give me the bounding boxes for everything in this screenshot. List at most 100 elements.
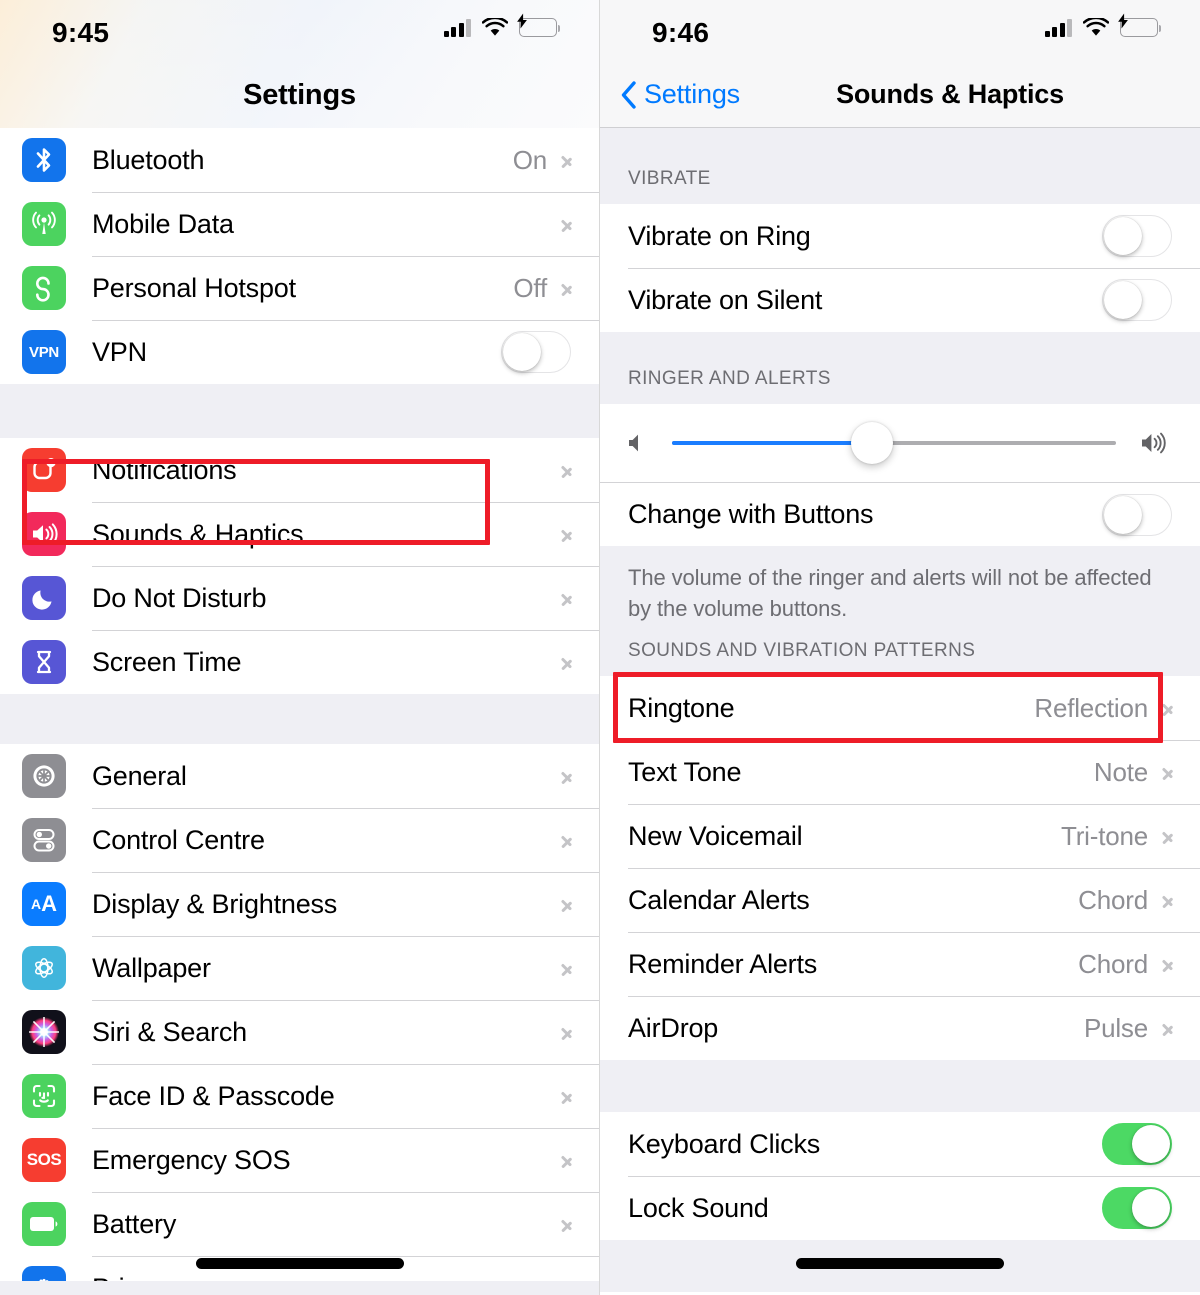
- section-header-vibrate: VIBRATE: [600, 128, 1200, 204]
- sidebar-item-face-id-passcode[interactable]: Face ID & Passcode: [0, 1064, 599, 1128]
- chevron-right-icon: [561, 1150, 573, 1171]
- home-indicator[interactable]: [796, 1258, 1004, 1269]
- row-reminder-alerts[interactable]: Reminder Alerts Chord: [600, 932, 1200, 996]
- screen-time-icon: [22, 640, 66, 684]
- sidebar-item-emergency-sos[interactable]: SOS Emergency SOS: [0, 1128, 599, 1192]
- chevron-right-icon: [561, 278, 573, 299]
- group-separator: [600, 1060, 1200, 1112]
- row-label: Change with Buttons: [628, 499, 874, 529]
- row-vibrate-on-ring[interactable]: Vibrate on Ring: [600, 204, 1200, 268]
- vpn-toggle[interactable]: [501, 331, 571, 373]
- cellular-signal-icon: [1044, 18, 1072, 37]
- page-title: Sounds & Haptics: [836, 79, 1064, 109]
- slider-filled-track: [672, 441, 872, 445]
- row-new-voicemail[interactable]: New Voicemail Tri-tone: [600, 804, 1200, 868]
- vibrate-on-silent-toggle[interactable]: [1102, 279, 1172, 321]
- sidebar-item-label: Do Not Disturb: [92, 582, 267, 613]
- section-vibrate: Vibrate on Ring Vibrate on Silent: [600, 204, 1200, 332]
- sidebar-item-control-centre[interactable]: Control Centre: [0, 808, 599, 872]
- status-time: 9:46: [652, 17, 710, 48]
- face-id-icon: [22, 1074, 66, 1118]
- chevron-right-icon: [561, 214, 573, 235]
- display-brightness-icon: AA: [22, 882, 66, 926]
- row-text-tone[interactable]: Text Tone Note: [600, 740, 1200, 804]
- sidebar-item-siri-search[interactable]: Siri & Search: [0, 1000, 599, 1064]
- volume-high-icon: [1140, 430, 1174, 456]
- sidebar-item-battery[interactable]: Battery: [0, 1192, 599, 1256]
- sidebar-item-label: Mobile Data: [92, 208, 234, 239]
- chevron-right-icon: [561, 830, 573, 851]
- row-label: Vibrate on Silent: [628, 284, 823, 315]
- row-label: Vibrate on Ring: [628, 220, 811, 251]
- section-header-sounds-and-vibration-patterns: SOUNDS AND VIBRATION PATTERNS: [600, 628, 1200, 676]
- ringer-footnote: The volume of the ringer and alerts will…: [600, 546, 1200, 628]
- chevron-right-icon: [561, 460, 573, 481]
- navigation-bar-left: Settings: [0, 62, 599, 128]
- chevron-right-icon: [1162, 762, 1174, 783]
- row-ringtone[interactable]: Ringtone Reflection: [600, 676, 1200, 740]
- chevron-right-icon: [561, 1086, 573, 1107]
- row-label: Lock Sound: [628, 1192, 769, 1223]
- row-keyboard-clicks[interactable]: Keyboard Clicks: [600, 1112, 1200, 1176]
- row-lock-sound[interactable]: Lock Sound: [600, 1176, 1200, 1240]
- sidebar-item-vpn[interactable]: VPN VPN: [0, 320, 599, 384]
- row-change-with-buttons[interactable]: Change with Buttons: [600, 482, 1200, 546]
- row-label: AirDrop: [628, 1012, 719, 1043]
- sidebar-item-wallpaper[interactable]: Wallpaper: [0, 936, 599, 1000]
- chevron-right-icon: [1162, 954, 1174, 975]
- battery-charging-icon: [1117, 13, 1162, 37]
- row-calendar-alerts[interactable]: Calendar Alerts Chord: [600, 868, 1200, 932]
- sidebar-item-mobile-data[interactable]: Mobile Data: [0, 192, 599, 256]
- row-label: Reminder Alerts: [628, 948, 818, 979]
- row-vibrate-on-silent[interactable]: Vibrate on Silent: [600, 268, 1200, 332]
- status-indicators: [1044, 13, 1162, 37]
- sidebar-item-label: Wallpaper: [92, 952, 211, 983]
- keyboard-clicks-toggle[interactable]: [1102, 1123, 1172, 1165]
- sounds-haptics-screen: 9:46 Settings Sounds & Haptics VIBRATE V…: [600, 0, 1200, 1295]
- chevron-right-icon: [561, 1022, 573, 1043]
- sidebar-item-value: On: [512, 144, 547, 175]
- row-value: Note: [1093, 756, 1148, 787]
- row-value: Pulse: [1083, 1012, 1148, 1043]
- settings-group-system: General Control Centre AA Display & Brig…: [0, 744, 599, 1295]
- bottom-strip: [0, 1281, 599, 1295]
- sidebar-item-notifications[interactable]: Notifications: [0, 438, 599, 502]
- row-label: New Voicemail: [628, 820, 803, 851]
- settings-screen: 9:45 Settings Bluetooth On Mobile Data P…: [0, 0, 600, 1295]
- sidebar-item-sounds-haptics[interactable]: Sounds & Haptics: [0, 502, 599, 566]
- sidebar-item-label: Screen Time: [92, 646, 242, 677]
- chevron-right-icon: [1162, 1018, 1174, 1039]
- control-centre-icon: [22, 818, 66, 862]
- sidebar-item-screen-time[interactable]: Screen Time: [0, 630, 599, 694]
- chevron-right-icon: [561, 588, 573, 609]
- chevron-right-icon: [1162, 890, 1174, 911]
- sidebar-item-personal-hotspot[interactable]: Personal Hotspot Off: [0, 256, 599, 320]
- slider-thumb[interactable]: [850, 422, 893, 464]
- ringer-volume-slider[interactable]: [672, 422, 1116, 464]
- vpn-icon: VPN: [22, 330, 66, 374]
- notifications-icon: [22, 448, 66, 492]
- wifi-icon: [482, 18, 508, 37]
- chevron-right-icon: [561, 1214, 573, 1235]
- wifi-icon: [1083, 18, 1109, 37]
- change-with-buttons-toggle[interactable]: [1102, 493, 1172, 536]
- lock-sound-toggle[interactable]: [1102, 1187, 1172, 1229]
- sidebar-item-do-not-disturb[interactable]: Do Not Disturb: [0, 566, 599, 630]
- home-indicator[interactable]: [195, 1258, 404, 1269]
- sidebar-item-label: Siri & Search: [92, 1016, 247, 1047]
- sidebar-item-general[interactable]: General: [0, 744, 599, 808]
- row-airdrop[interactable]: AirDrop Pulse: [600, 996, 1200, 1060]
- sidebar-item-display-brightness[interactable]: AA Display & Brightness: [0, 872, 599, 936]
- section-system-sounds: Keyboard Clicks Lock Sound: [600, 1112, 1200, 1240]
- row-value: Reflection: [1034, 692, 1148, 723]
- cellular-signal-icon: [443, 18, 471, 37]
- chevron-right-icon: [561, 894, 573, 915]
- sidebar-item-bluetooth[interactable]: Bluetooth On: [0, 128, 599, 192]
- wallpaper-icon: [22, 946, 66, 990]
- emergency-sos-icon: SOS: [22, 1138, 66, 1182]
- vibrate-on-ring-toggle[interactable]: [1102, 215, 1172, 257]
- sidebar-item-label: Battery: [92, 1208, 177, 1239]
- chevron-right-icon: [561, 150, 573, 171]
- row-label: Ringtone: [628, 692, 735, 723]
- sidebar-item-label: Control Centre: [92, 824, 265, 855]
